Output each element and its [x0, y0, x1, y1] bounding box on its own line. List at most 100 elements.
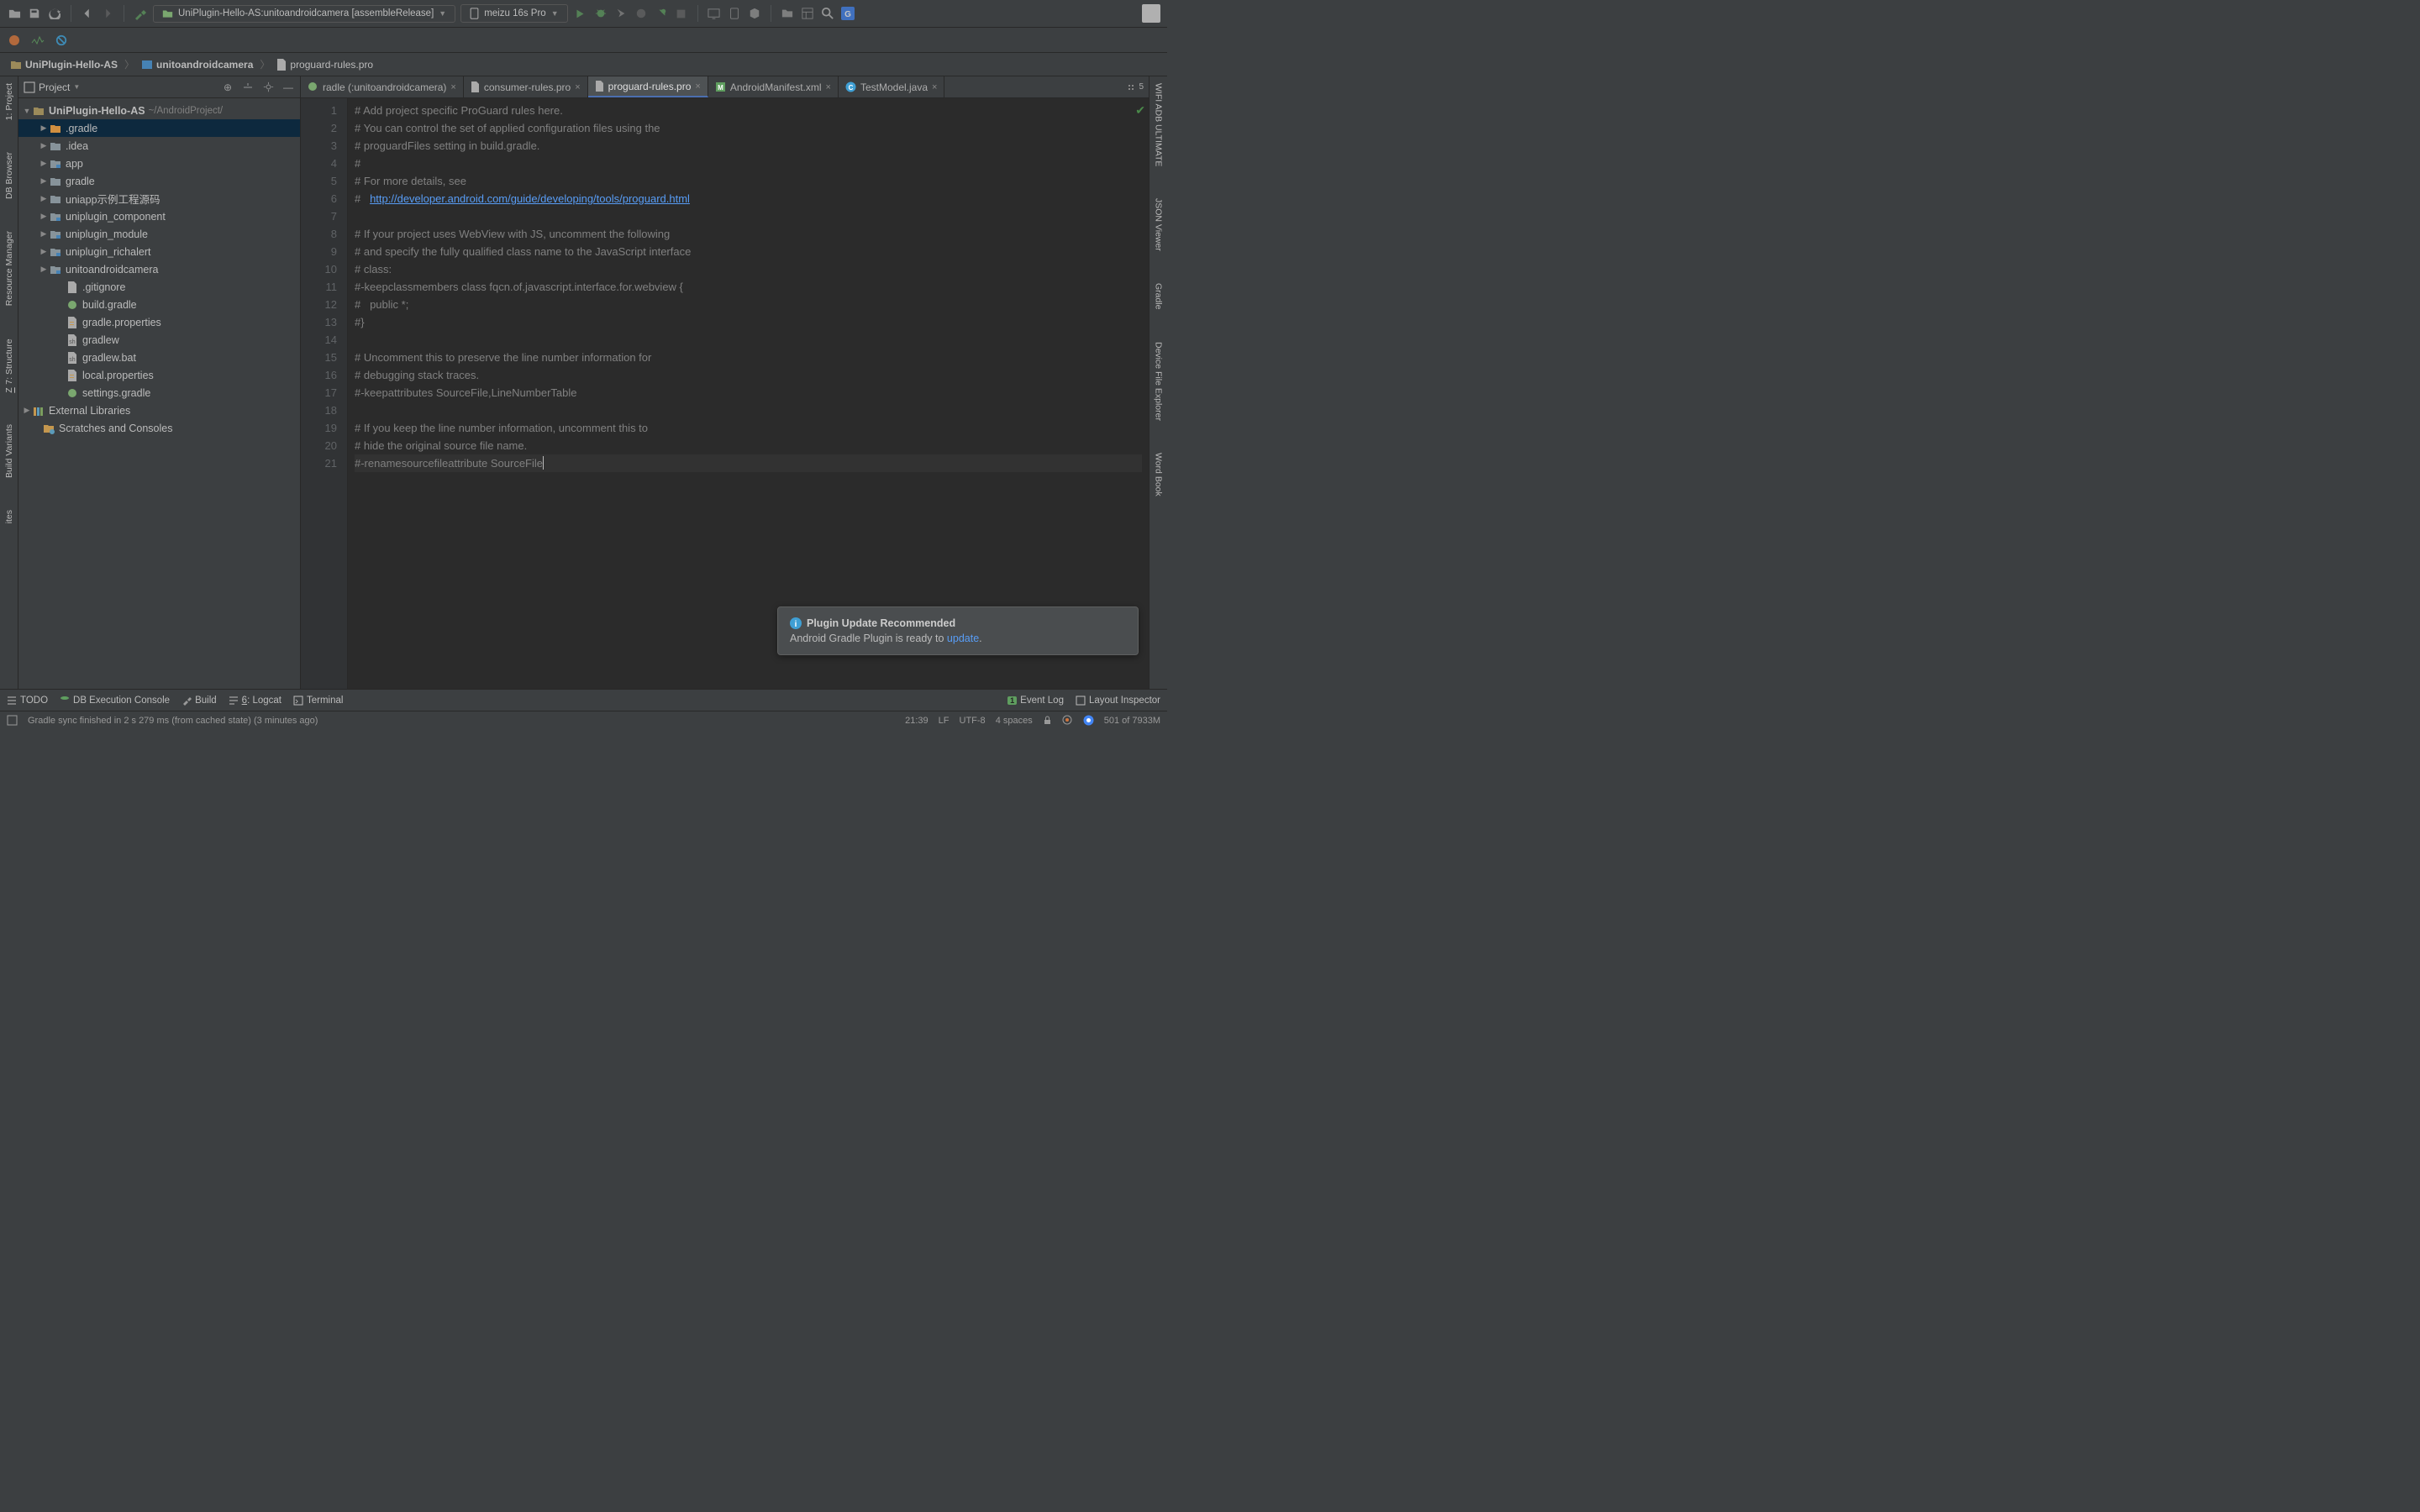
tab-project[interactable]: 1: Project [3, 80, 16, 123]
tree-item-build.gradle[interactable]: build.gradle [18, 296, 300, 313]
select-opened-file-icon[interactable]: ⊕ [221, 81, 234, 94]
status-encoding[interactable]: UTF-8 [960, 716, 986, 726]
status-readonly-icon[interactable] [1043, 716, 1052, 725]
svg-text:C: C [849, 84, 854, 92]
back-icon[interactable] [80, 6, 95, 21]
tab-word-book[interactable]: Word Book [1152, 449, 1165, 500]
tab-logcat[interactable]: 6: Logcat [229, 696, 281, 706]
project-tree[interactable]: ▼ UniPlugin-Hello-AS ~/AndroidProject/ ▶… [18, 98, 300, 689]
close-tab-icon[interactable]: × [450, 82, 455, 92]
code-area[interactable]: # Add project specific ProGuard rules he… [348, 98, 1149, 689]
notification-update-link[interactable]: update [947, 633, 979, 644]
tree-item-app[interactable]: ▶app [18, 155, 300, 172]
gradle-sync-icon[interactable] [747, 6, 762, 21]
tree-root[interactable]: ▼ UniPlugin-Hello-AS ~/AndroidProject/ [18, 102, 300, 119]
tree-item-.gradle[interactable]: ▶.gradle [18, 119, 300, 137]
device-label: meizu 16s Pro [484, 8, 546, 18]
tab-layout-inspector[interactable]: Layout Inspector [1076, 696, 1160, 706]
editor-tab[interactable]: C TestModel.java × [839, 76, 944, 97]
tab-structure[interactable]: Z7: Structure [3, 335, 16, 396]
svg-text:M: M [718, 84, 723, 92]
tree-item-gradle.properties[interactable]: gradle.properties [18, 313, 300, 331]
stop-icon[interactable] [674, 6, 689, 21]
editor-tab[interactable]: consumer-rules.pro × [464, 76, 588, 97]
tab-db-console[interactable]: DB Execution Console [60, 696, 170, 706]
tab-build[interactable]: Build [182, 696, 217, 706]
tab-wifi-adb[interactable]: WIFI ADB ULTIMATE [1152, 80, 1165, 170]
tree-item-gradle[interactable]: ▶gradle [18, 172, 300, 190]
tree-item-settings.gradle[interactable]: settings.gradle [18, 384, 300, 402]
tree-item-uniplugin_richalert[interactable]: ▶uniplugin_richalert [18, 243, 300, 260]
no-entry-icon[interactable] [54, 33, 69, 48]
notification-body: Android Gradle Plugin is ready to update… [790, 633, 1126, 644]
tab-build-variants[interactable]: Build Variants [3, 421, 16, 481]
user-avatar[interactable] [1142, 4, 1160, 23]
tab-json-viewer[interactable]: JSON Viewer [1152, 195, 1165, 255]
tree-item-uniplugin_module[interactable]: ▶uniplugin_module [18, 225, 300, 243]
save-icon[interactable] [27, 6, 42, 21]
tree-item-.idea[interactable]: ▶.idea [18, 137, 300, 155]
tree-item-unitoandroidcamera[interactable]: ▶unitoandroidcamera [18, 260, 300, 278]
attach-icon[interactable] [654, 6, 669, 21]
tab-event-log[interactable]: 1Event Log [1007, 696, 1064, 706]
avd-icon[interactable] [707, 6, 722, 21]
breadcrumb-project[interactable]: UniPlugin-Hello-AS [7, 57, 121, 72]
tree-item-uniplugin_component[interactable]: ▶uniplugin_component [18, 207, 300, 225]
debug-icon[interactable] [593, 6, 608, 21]
status-indent[interactable]: 4 spaces [996, 716, 1033, 726]
status-line-sep[interactable]: LF [939, 716, 950, 726]
breadcrumb-file[interactable]: proguard-rules.pro [273, 57, 376, 72]
editor-tab[interactable]: M AndroidManifest.xml × [708, 76, 839, 97]
status-memory[interactable]: 501 of 7933M [1104, 716, 1160, 726]
tree-item-.gitignore[interactable]: .gitignore [18, 278, 300, 296]
profile-icon[interactable] [613, 6, 629, 21]
close-tab-icon[interactable]: × [695, 81, 700, 92]
tab-favorites[interactable]: ites [3, 507, 16, 527]
tab-terminal[interactable]: Terminal [293, 696, 343, 706]
breadcrumb-separator: 〉 [260, 57, 270, 71]
status-window-icon[interactable] [7, 715, 18, 726]
settings-icon[interactable] [261, 81, 275, 94]
svg-text:i: i [795, 620, 797, 629]
run-icon[interactable] [573, 6, 588, 21]
git-icon[interactable] [7, 33, 22, 48]
tree-item-uniapp示例工程源码[interactable]: ▶uniapp示例工程源码 [18, 190, 300, 207]
editor-tab[interactable]: radle (:unitoandroidcamera) × [301, 76, 464, 97]
translate-icon[interactable]: G [840, 6, 855, 21]
status-chrome-icon[interactable] [1083, 715, 1094, 726]
tab-resource-manager[interactable]: Resource Manager [3, 228, 16, 309]
project-structure-icon[interactable] [780, 6, 795, 21]
editor-tab[interactable]: proguard-rules.pro × [588, 76, 708, 97]
tree-item-gradlew[interactable]: shgradlew [18, 331, 300, 349]
tree-external-libs[interactable]: ▶ External Libraries [18, 402, 300, 419]
status-cursor-pos[interactable]: 21:39 [905, 716, 929, 726]
hide-icon[interactable]: — [281, 81, 295, 94]
close-tab-icon[interactable]: × [826, 82, 831, 92]
sdk-icon[interactable] [727, 6, 742, 21]
status-inspect-icon[interactable] [1062, 715, 1073, 726]
tab-db-browser[interactable]: DB Browser [3, 149, 16, 202]
tree-item-local.properties[interactable]: local.properties [18, 366, 300, 384]
layout-editor-icon[interactable] [800, 6, 815, 21]
run-config-selector[interactable]: UniPlugin-Hello-AS:unitoandroidcamera [a… [153, 5, 455, 23]
tab-gradle[interactable]: Gradle [1152, 280, 1165, 313]
tree-item-gradlew.bat[interactable]: shgradlew.bat [18, 349, 300, 366]
close-tab-icon[interactable]: × [932, 82, 937, 92]
profiler-icon[interactable] [30, 33, 45, 48]
device-selector[interactable]: meizu 16s Pro ▼ [460, 4, 567, 23]
breadcrumb-module[interactable]: unitoandroidcamera [138, 57, 256, 72]
tabs-overflow[interactable]: 5 [1122, 76, 1149, 97]
collapse-all-icon[interactable] [241, 81, 255, 94]
search-icon[interactable] [820, 6, 835, 21]
code-editor[interactable]: 123456789101112131415161718192021 # Add … [301, 98, 1149, 689]
tree-scratches[interactable]: Scratches and Consoles [18, 419, 300, 437]
open-icon[interactable] [7, 6, 22, 21]
project-view-selector[interactable]: Project ▼ [24, 81, 80, 93]
sync-icon[interactable] [47, 6, 62, 21]
coverage-icon[interactable] [634, 6, 649, 21]
tab-todo[interactable]: TODO [7, 696, 48, 706]
tab-device-explorer[interactable]: Device File Explorer [1152, 339, 1165, 424]
hammer-icon[interactable] [133, 6, 148, 21]
forward-icon[interactable] [100, 6, 115, 21]
close-tab-icon[interactable]: × [575, 82, 580, 92]
